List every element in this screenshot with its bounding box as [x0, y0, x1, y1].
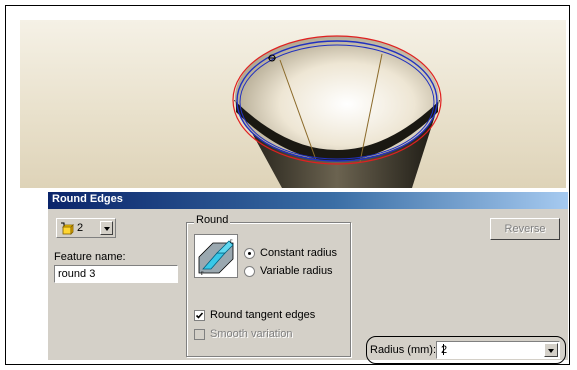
round-tangent-edges-checkbox[interactable]	[194, 310, 205, 321]
cube-edge-icon	[61, 222, 74, 235]
variable-radius-radio[interactable]	[244, 266, 255, 277]
edge-count: 2	[77, 222, 84, 234]
radius-combobox[interactable]: 2	[436, 341, 560, 359]
round-edge-preview-icon: r r	[194, 234, 238, 278]
round-edges-dialog: Round Edges 2 Feature name: Round r	[48, 192, 568, 364]
checkmark-icon	[195, 312, 204, 319]
constant-radius-radio[interactable]	[244, 248, 255, 259]
edge-selection-dropdown[interactable]: 2	[56, 218, 116, 238]
round-group-title: Round	[194, 214, 231, 226]
smooth-variation-checkbox[interactable]	[194, 329, 205, 340]
3d-viewport[interactable]	[20, 20, 566, 188]
reverse-button[interactable]: Reverse	[490, 218, 560, 240]
edge-dropdown-button[interactable]	[100, 221, 113, 235]
chevron-down-icon	[104, 227, 110, 231]
feature-name-input[interactable]	[54, 265, 178, 283]
radius-label: Radius (mm):	[370, 344, 437, 356]
constant-radius-label: Constant radius	[260, 247, 338, 259]
smooth-variation-label: Smooth variation	[210, 328, 293, 340]
chevron-down-icon	[548, 349, 554, 353]
radius-value: 2	[441, 344, 448, 356]
dialog-titlebar[interactable]: Round Edges	[48, 192, 568, 209]
round-tangent-edges-label: Round tangent edges	[210, 309, 316, 321]
screenshot-frame: Round Edges 2 Feature name: Round r	[5, 5, 570, 365]
feature-name-label: Feature name:	[54, 251, 126, 263]
cone-model[interactable]	[20, 20, 566, 188]
dialog-title: Round Edges	[52, 193, 123, 205]
radius-dropdown-button[interactable]	[544, 343, 558, 357]
variable-radius-label: Variable radius	[260, 265, 333, 277]
